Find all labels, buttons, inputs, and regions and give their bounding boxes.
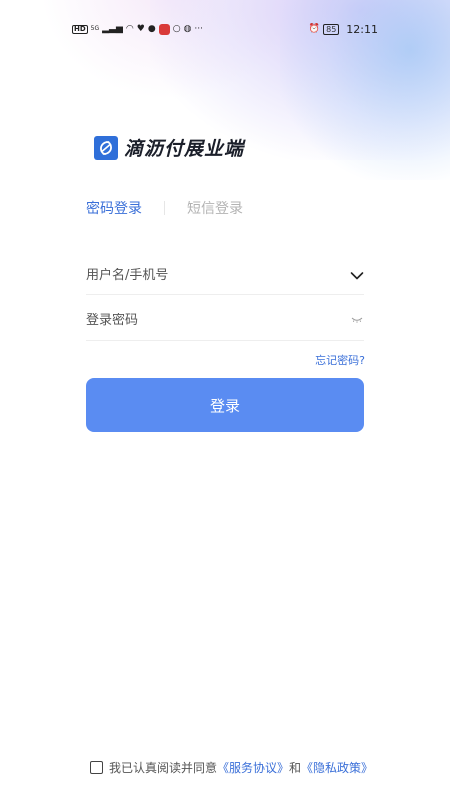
tab-password-login[interactable]: 密码登录 (86, 198, 142, 218)
chevron-down-icon[interactable] (350, 269, 364, 283)
brand-mark-icon (94, 135, 118, 160)
agreement-prefix: 我已认真阅读并同意 (109, 761, 218, 775)
status-left: HD 5G ▂▃▅ ◠ ♥ ● ○ ◍ ··· (72, 23, 204, 35)
network-label: 5G (90, 25, 100, 32)
more-icon: ··· (194, 23, 204, 34)
privacy-policy-link[interactable]: 《隐私政策》 (301, 759, 373, 776)
password-field (86, 300, 364, 341)
forgot-password-link[interactable]: 忘记密码? (315, 352, 365, 368)
status-right: ⏰ 85 12:11 (309, 23, 378, 36)
login-tabs: 密码登录 短信登录 (86, 198, 243, 218)
tab-sms-login[interactable]: 短信登录 (187, 198, 243, 218)
brand-name: 滴沥付展业端 (124, 138, 245, 160)
wechat-icon: ● (147, 23, 156, 34)
agreement-row: 我已认真阅读并同意 《服务协议》 和 《隐私政策》 (90, 759, 373, 776)
status-bar: HD 5G ▂▃▅ ◠ ♥ ● ○ ◍ ··· ⏰ 85 12:11 (0, 0, 450, 58)
tab-divider (164, 201, 165, 215)
eye-closed-icon[interactable] (350, 313, 364, 327)
clock: 12:11 (346, 22, 378, 36)
alarm-icon: ⏰ (308, 23, 321, 34)
username-field (86, 257, 364, 295)
globe-icon: ◍ (183, 23, 192, 34)
username-input[interactable] (86, 268, 316, 283)
hd-icon: HD (72, 24, 88, 34)
login-button[interactable]: 登录 (86, 378, 364, 432)
app-notification-icon (158, 23, 170, 35)
agreement-checkbox[interactable] (90, 761, 103, 774)
wifi-icon: ◠ (125, 23, 134, 34)
signal-icon: ▂▃▅ (102, 23, 123, 34)
agreement-and: 和 (289, 761, 302, 775)
terms-of-service-link[interactable]: 《服务协议》 (217, 759, 289, 776)
heart-icon: ♥ (136, 23, 145, 34)
password-input[interactable] (86, 312, 316, 328)
search-icon: ○ (172, 23, 181, 34)
battery-icon: 85 (323, 23, 340, 35)
brand-logo: 滴沥付展业端 (94, 134, 244, 161)
